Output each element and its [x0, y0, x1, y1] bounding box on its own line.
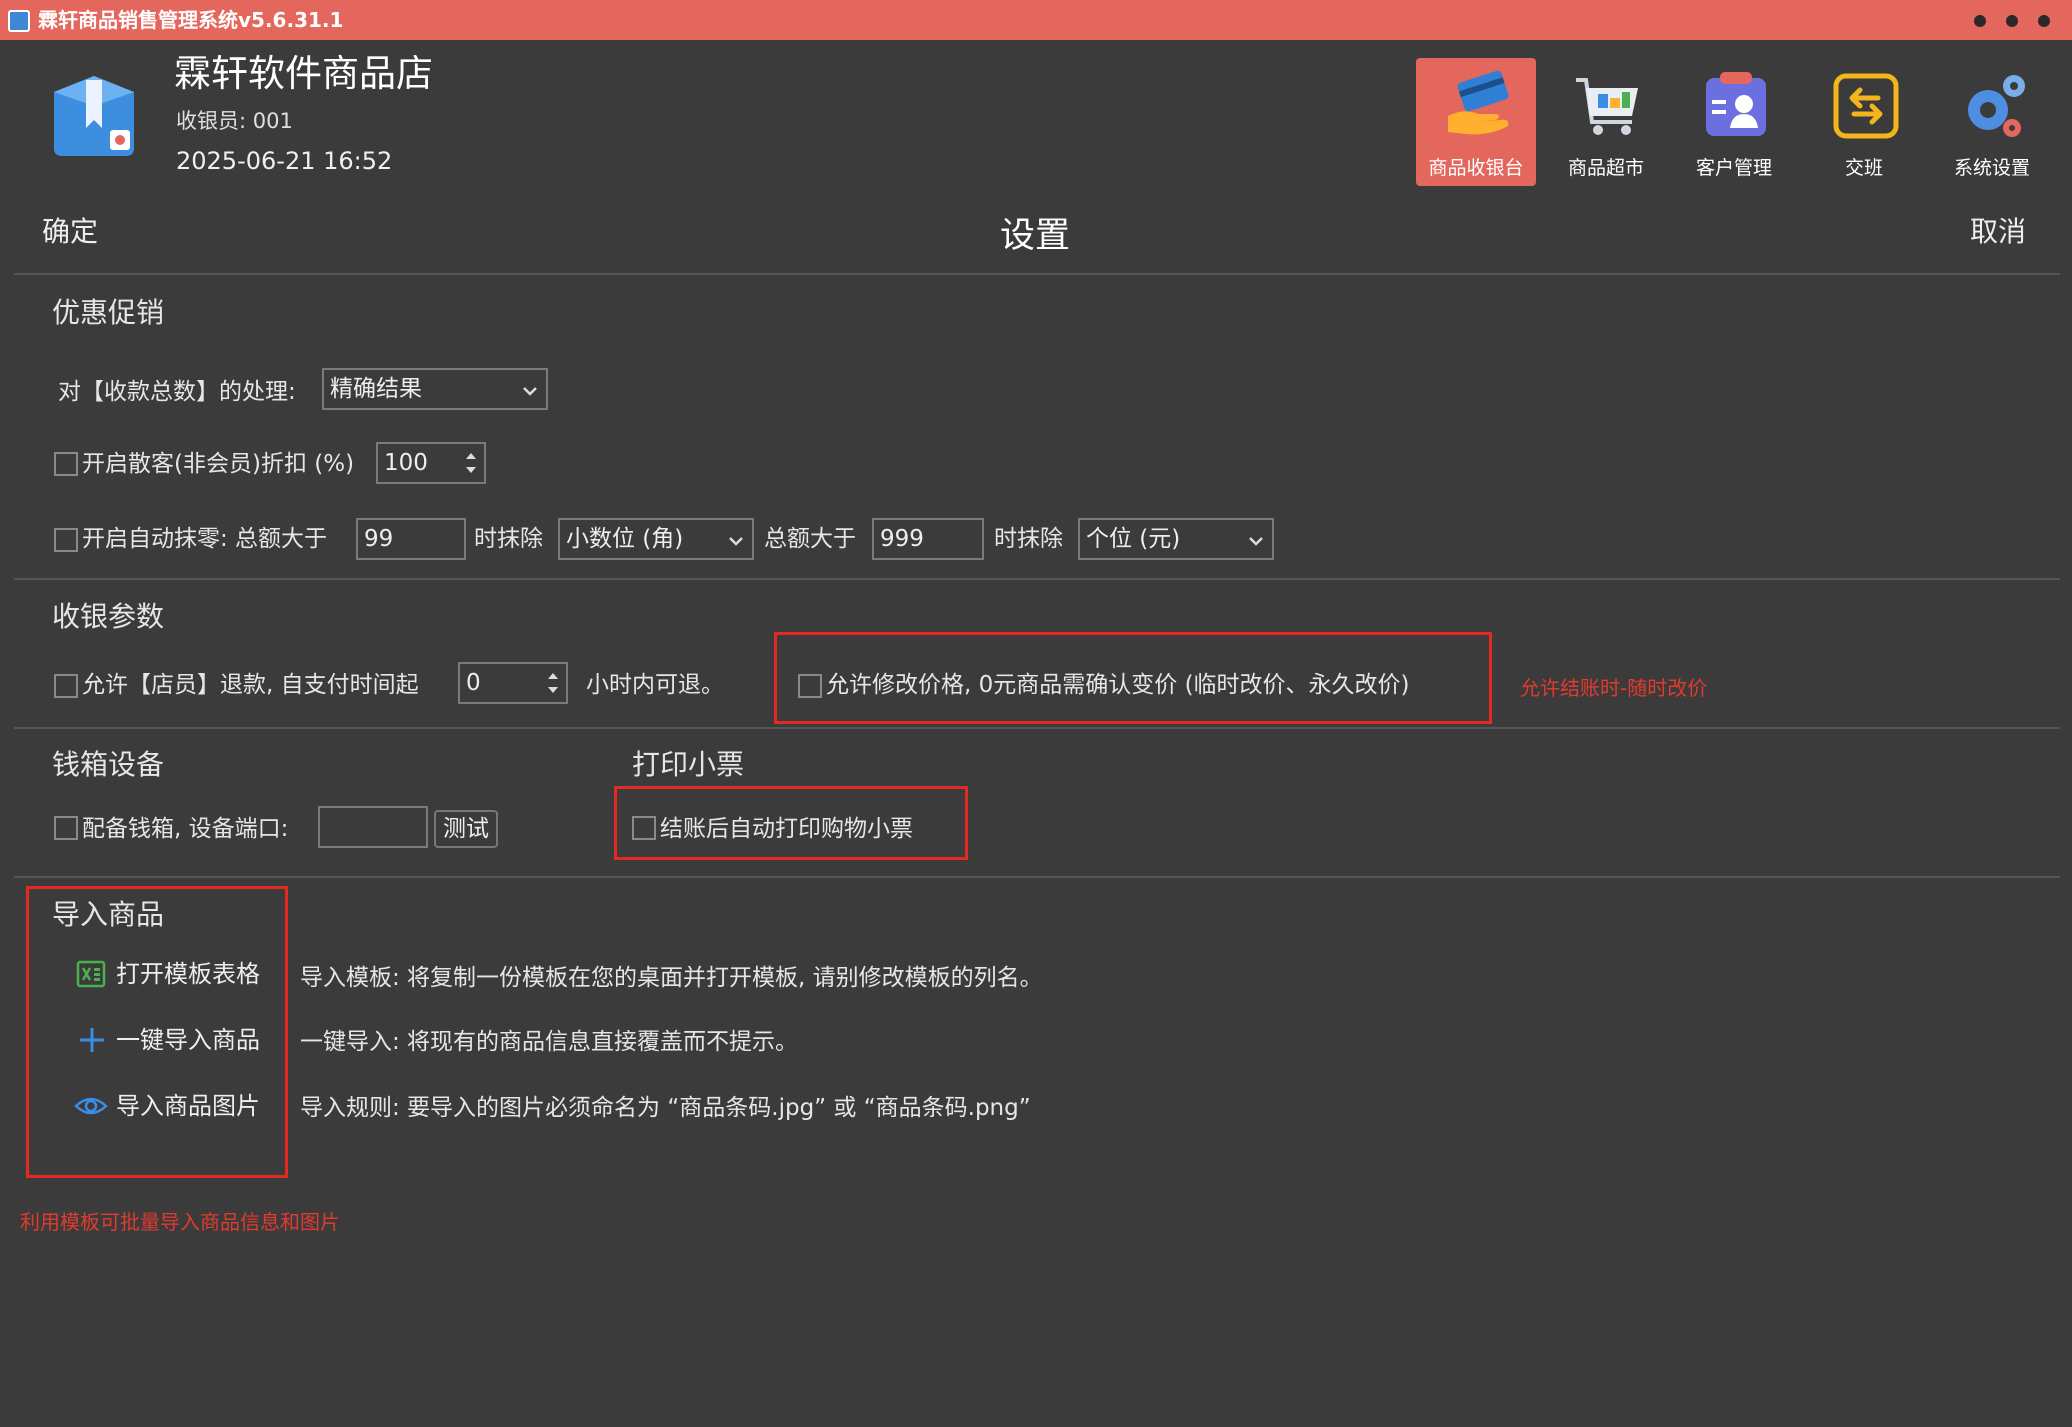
- discount-label: 开启散客(非会员)折扣 (%): [82, 451, 355, 477]
- app-icon: [8, 10, 30, 32]
- datetime: 2025-06-21 16:52: [176, 147, 393, 175]
- customer-card-icon: [1706, 72, 1766, 136]
- maximize-dot-icon[interactable]: [2006, 15, 2018, 27]
- select-value: 个位 (元): [1086, 526, 1181, 552]
- refund-suffix: 小时内可退。: [586, 672, 724, 698]
- minimize-dot-icon[interactable]: [1974, 15, 1986, 27]
- one-click-description: 一键导入: 将现有的商品信息直接覆盖而不提示。: [300, 1029, 799, 1055]
- chevron-down-icon: [522, 370, 538, 408]
- receipt-section-title: 打印小票: [632, 748, 745, 781]
- nav-label: 客户管理: [1695, 157, 1772, 179]
- rounding-amount1-value: 99: [364, 526, 394, 552]
- divider: [14, 727, 2060, 729]
- rounding-erase1-label: 时抹除: [474, 526, 543, 552]
- nav-supermarket[interactable]: 商品超市: [1546, 58, 1666, 186]
- chevron-down-icon: [728, 520, 744, 558]
- plus-icon: [80, 1028, 104, 1052]
- card-hand-icon: [1448, 70, 1509, 135]
- test-button[interactable]: 测试: [434, 810, 498, 848]
- spinner-arrows-icon[interactable]: [546, 668, 560, 698]
- discount-checkbox[interactable]: [54, 452, 78, 476]
- nav-checkout[interactable]: 商品收银台: [1416, 58, 1536, 186]
- auto-print-label: 结账后自动打印购物小票: [660, 816, 913, 842]
- confirm-button[interactable]: 确定: [42, 212, 98, 252]
- auto-rounding-label: 开启自动抹零: 总额大于: [82, 526, 328, 552]
- nav-label: 交班: [1844, 157, 1883, 179]
- refund-label: 允许【店员】退款, 自支付时间起: [82, 672, 419, 698]
- store-box-icon: [54, 76, 134, 156]
- rounding-total2-label: 总额大于: [764, 526, 856, 552]
- discount-value: 100: [384, 450, 428, 476]
- cancel-button[interactable]: 取消: [1970, 212, 2026, 252]
- discount-input[interactable]: 100: [376, 442, 486, 484]
- cashier-label: 收银员: 001: [176, 109, 293, 133]
- cash-drawer-section-title: 钱箱设备: [52, 748, 165, 781]
- open-template-button[interactable]: 打开模板表格: [116, 957, 260, 991]
- rounding-erase2-select[interactable]: 个位 (元): [1078, 518, 1274, 560]
- window-title: 霖轩商品销售管理系统v5.6.31.1: [38, 8, 344, 32]
- cashier-params-section-title: 收银参数: [52, 600, 165, 633]
- chevron-down-icon: [1248, 520, 1264, 558]
- nav-shift[interactable]: 交班: [1804, 58, 1924, 186]
- store-name: 霖轩软件商品店: [174, 52, 433, 95]
- select-value: 小数位 (角): [566, 526, 684, 552]
- gears-icon: [1968, 75, 2025, 137]
- auto-print-checkbox[interactable]: [632, 816, 656, 840]
- rounding-amount2-input[interactable]: 999: [872, 518, 984, 560]
- divider: [14, 578, 2060, 580]
- shopping-cart-icon: [1576, 78, 1638, 135]
- auto-rounding-checkbox[interactable]: [54, 528, 78, 552]
- import-section-title: 导入商品: [52, 898, 165, 931]
- price-change-note: 允许结账时-随时改价: [1520, 676, 1708, 700]
- total-handling-label: 对【收款总数】的处理:: [58, 379, 296, 405]
- excel-icon: [76, 960, 106, 988]
- shift-swap-icon: [1833, 73, 1899, 139]
- refund-checkbox[interactable]: [54, 674, 78, 698]
- select-value: 精确结果: [330, 376, 422, 402]
- nav-label: 系统设置: [1953, 157, 2030, 179]
- rounding-amount2-value: 999: [880, 526, 924, 552]
- title-bar: 霖轩商品销售管理系统v5.6.31.1: [0, 0, 2072, 40]
- divider: [14, 273, 2060, 275]
- import-note: 利用模板可批量导入商品信息和图片: [20, 1210, 340, 1234]
- nav-label: 商品收银台: [1428, 157, 1524, 179]
- eye-icon: [74, 1097, 108, 1115]
- refund-hours-value: 0: [466, 670, 481, 696]
- import-rule-description: 导入规则: 要导入的图片必须命名为 “商品条码.jpg” 或 “商品条码.png…: [300, 1095, 1031, 1121]
- rounding-amount1-input[interactable]: 99: [356, 518, 466, 560]
- close-dot-icon[interactable]: [2038, 15, 2050, 27]
- rounding-erase1-select[interactable]: 小数位 (角): [558, 518, 754, 560]
- price-change-label: 允许修改价格, 0元商品需确认变价 (临时改价、永久改价): [826, 672, 1410, 698]
- nav-label: 商品超市: [1567, 157, 1644, 179]
- spinner-arrows-icon[interactable]: [464, 448, 478, 478]
- price-change-checkbox[interactable]: [798, 674, 822, 698]
- nav-settings[interactable]: 系统设置: [1932, 58, 2052, 186]
- nav-customer[interactable]: 客户管理: [1674, 58, 1794, 186]
- total-handling-select[interactable]: 精确结果: [322, 368, 548, 410]
- cash-drawer-label: 配备钱箱, 设备端口:: [82, 816, 289, 842]
- import-images-button[interactable]: 导入商品图片: [116, 1089, 260, 1123]
- promo-section-title: 优惠促销: [52, 296, 165, 329]
- port-input[interactable]: [318, 806, 428, 848]
- refund-hours-input[interactable]: 0: [458, 662, 568, 704]
- one-click-import-button[interactable]: 一键导入商品: [116, 1023, 260, 1057]
- page-title: 设置: [999, 216, 1070, 256]
- template-description: 导入模板: 将复制一份模板在您的桌面并打开模板, 请别修改模板的列名。: [300, 965, 1043, 991]
- divider: [14, 876, 2060, 878]
- cash-drawer-checkbox[interactable]: [54, 816, 78, 840]
- rounding-erase2-label: 时抹除: [994, 526, 1063, 552]
